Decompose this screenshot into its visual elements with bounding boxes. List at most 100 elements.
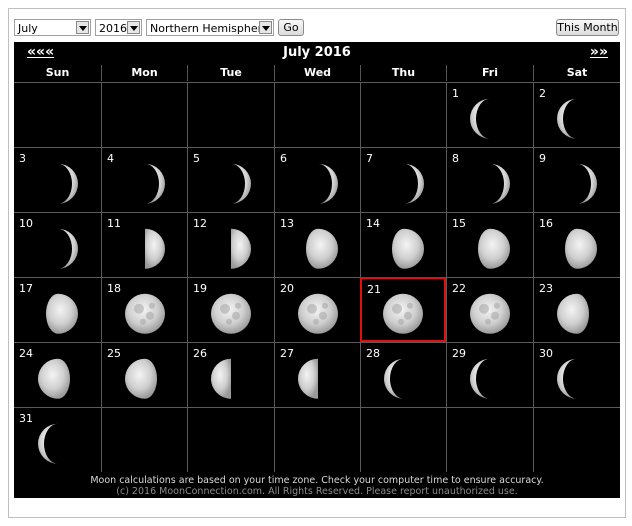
chevron-down-icon[interactable] <box>76 21 89 34</box>
year-select-value: 2016 <box>99 22 127 35</box>
moon-phase-icon <box>211 358 231 399</box>
day-number: 29 <box>452 347 466 360</box>
day-cell: 5 <box>187 147 274 212</box>
moon-image <box>36 162 80 210</box>
day-cell: 12 <box>187 212 274 277</box>
day-cell: 23 <box>533 277 620 342</box>
moon-phase-icon <box>57 228 78 269</box>
empty-day-cell <box>14 82 101 147</box>
day-cell: 20 <box>274 277 360 342</box>
hemisphere-select[interactable]: Northern Hemisphere <box>146 19 274 36</box>
day-cell: 17 <box>14 277 101 342</box>
go-button[interactable]: Go <box>278 19 304 36</box>
day-cell: 31 <box>14 407 101 472</box>
moon-phase-icon <box>577 163 597 204</box>
moon-image <box>36 227 80 275</box>
empty-day-cell <box>101 82 187 147</box>
moon-image <box>123 162 167 210</box>
moon-image <box>296 227 340 275</box>
day-number: 30 <box>539 347 553 360</box>
chevron-down-icon[interactable] <box>127 21 140 34</box>
moon-phase-icon <box>37 423 58 464</box>
day-number: 18 <box>107 282 121 295</box>
day-number: 6 <box>280 152 287 165</box>
moon-image <box>381 291 425 339</box>
moon-image <box>468 162 512 210</box>
day-cell: 26 <box>187 342 274 407</box>
weekday-header: Sat <box>533 65 620 81</box>
day-cell: 28 <box>360 342 446 407</box>
hemisphere-select-value: Northern Hemisphere <box>150 22 269 35</box>
day-cell-today: 21 <box>360 277 446 342</box>
moon-phase-icon <box>470 98 490 139</box>
moon-image <box>555 292 599 340</box>
moon-phase-icon <box>557 98 577 139</box>
next-month-link[interactable]: »» <box>590 44 608 60</box>
moon-image <box>209 357 253 405</box>
day-number: 19 <box>193 282 207 295</box>
moon-image <box>468 97 512 145</box>
footer-note: Moon calculations are based on your time… <box>90 475 544 486</box>
year-select[interactable]: 2016 <box>95 19 142 36</box>
day-cell: 15 <box>446 212 533 277</box>
day-cell: 30 <box>533 342 620 407</box>
moon-phase-icon <box>144 228 165 269</box>
moon-image <box>296 162 340 210</box>
day-number: 26 <box>193 347 207 360</box>
moon-image <box>555 162 599 210</box>
day-number: 23 <box>539 282 553 295</box>
weekday-header: Fri <box>446 65 533 81</box>
moon-phase-icon <box>305 228 338 269</box>
day-cell: 18 <box>101 277 187 342</box>
day-cell: 25 <box>101 342 187 407</box>
moon-image <box>123 292 167 340</box>
calendar-header: ««« July 2016 »» <box>14 42 620 64</box>
day-number: 9 <box>539 152 546 165</box>
moon-phase-icon <box>317 163 338 204</box>
moon-phase-icon <box>403 163 424 204</box>
month-select-value: July <box>18 22 38 35</box>
empty-day-cell <box>360 407 446 472</box>
weekday-header: Tue <box>187 65 274 81</box>
day-cell: 7 <box>360 147 446 212</box>
chevron-down-icon[interactable] <box>259 21 272 34</box>
this-month-button[interactable]: This Month <box>556 19 619 36</box>
day-cell: 14 <box>360 212 446 277</box>
day-number: 21 <box>367 283 381 296</box>
day-number: 12 <box>193 217 207 230</box>
moon-phase-icon <box>297 358 318 399</box>
moon-image <box>36 422 80 470</box>
day-cell: 3 <box>14 147 101 212</box>
moon-image <box>468 357 512 405</box>
moon-phase-icon <box>391 228 424 269</box>
moon-image <box>209 292 253 340</box>
empty-day-cell <box>274 407 360 472</box>
day-number: 16 <box>539 217 553 230</box>
moon-phase-icon <box>383 293 423 334</box>
moon-image <box>555 97 599 145</box>
day-cell: 29 <box>446 342 533 407</box>
empty-day-cell <box>274 82 360 147</box>
month-select[interactable]: July <box>14 19 91 36</box>
day-cell: 4 <box>101 147 187 212</box>
day-cell: 16 <box>533 212 620 277</box>
day-number: 13 <box>280 217 294 230</box>
moon-phase-icon <box>144 163 165 204</box>
day-cell: 22 <box>446 277 533 342</box>
day-cell: 24 <box>14 342 101 407</box>
moon-image <box>468 292 512 340</box>
weekday-header: Thu <box>360 65 446 81</box>
day-number: 7 <box>366 152 373 165</box>
day-number: 22 <box>452 282 466 295</box>
moon-image <box>555 227 599 275</box>
empty-day-cell <box>533 407 620 472</box>
day-number: 25 <box>107 347 121 360</box>
moon-image <box>296 292 340 340</box>
day-number: 15 <box>452 217 466 230</box>
day-cell: 8 <box>446 147 533 212</box>
moon-phase-icon <box>37 358 70 399</box>
day-cell: 6 <box>274 147 360 212</box>
day-number: 1 <box>452 87 459 100</box>
day-number: 20 <box>280 282 294 295</box>
day-number: 3 <box>19 152 26 165</box>
